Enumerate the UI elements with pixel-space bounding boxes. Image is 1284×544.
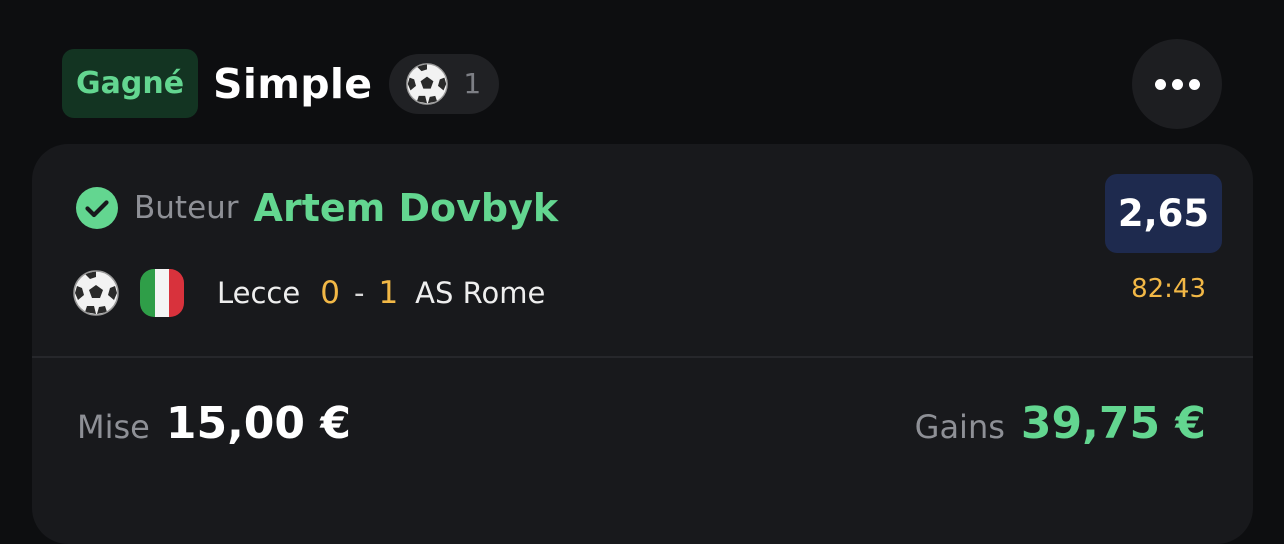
odds-badge: 2,65 xyxy=(1105,174,1222,253)
bet-type-title: Simple xyxy=(213,59,373,108)
bet-header: Gagné Simple 1 xyxy=(62,49,500,118)
sport-count-chip: 1 xyxy=(389,53,500,114)
divider xyxy=(32,356,1253,358)
match-row[interactable]: Lecce 0 - 1 AS Rome xyxy=(72,268,545,318)
status-badge: Gagné xyxy=(62,49,199,118)
score-separator: - xyxy=(353,276,365,310)
home-team: Lecce xyxy=(217,276,301,310)
stake-label: Mise xyxy=(77,408,150,446)
more-dot xyxy=(1188,78,1200,90)
gains-value: 39,75 € xyxy=(1020,398,1206,449)
match-time: 82:43 xyxy=(1131,274,1206,304)
italy-flag-icon xyxy=(140,269,184,317)
more-options-button[interactable] xyxy=(1132,39,1222,129)
home-score: 0 xyxy=(320,275,340,311)
selection-count: 1 xyxy=(463,67,482,100)
gains-label: Gains xyxy=(914,408,1005,446)
gains-summary: Gains 39,75 € xyxy=(915,398,1206,449)
market-label: Buteur xyxy=(134,190,239,226)
check-circle-icon xyxy=(76,187,118,229)
stake-summary: Mise 15,00 € xyxy=(77,398,351,449)
bet-card[interactable]: Buteur Artem Dovbyk 2,65 Lecce 0 - 1 AS … xyxy=(32,144,1253,544)
more-dot xyxy=(1171,78,1183,90)
stake-value: 15,00 € xyxy=(165,398,351,449)
away-team: AS Rome xyxy=(415,276,546,310)
more-horizontal-icon xyxy=(1154,78,1166,90)
soccer-ball-icon xyxy=(405,62,449,106)
selection-row: Buteur Artem Dovbyk xyxy=(76,184,558,232)
away-score: 1 xyxy=(378,275,399,311)
soccer-ball-icon xyxy=(72,269,120,317)
selection-player: Artem Dovbyk xyxy=(253,186,559,230)
